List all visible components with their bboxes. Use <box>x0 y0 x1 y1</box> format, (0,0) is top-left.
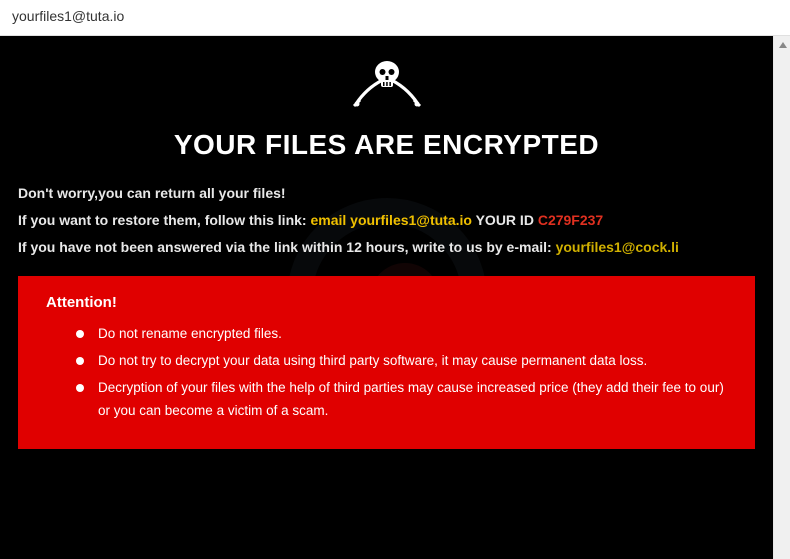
victim-id: C279F237 <box>538 212 603 228</box>
window-titlebar: yourfiles1@tuta.io <box>0 0 790 36</box>
scroll-up-arrow-icon[interactable] <box>774 36 790 53</box>
list-item: Decryption of your files with the help o… <box>76 377 735 423</box>
list-item: Do not rename encrypted files. <box>76 323 735 346</box>
attention-box: Attention! Do not rename encrypted files… <box>18 276 755 449</box>
your-id-label: YOUR ID <box>472 212 538 228</box>
attention-title: Attention! <box>46 294 735 311</box>
intro-line-2: If you want to restore them, follow this… <box>18 210 755 231</box>
intro-line-1: Don't worry,you can return all your file… <box>18 183 755 204</box>
content-wrapper: risk.com <box>0 36 790 559</box>
attention-bullet-list: Do not rename encrypted files. Do not tr… <box>46 323 735 423</box>
contact-email-primary: email yourfiles1@tuta.io <box>310 212 471 228</box>
vertical-scrollbar[interactable] <box>773 36 790 559</box>
skull-swords-icon <box>18 56 755 121</box>
ransom-note-body: risk.com <box>0 36 773 559</box>
line3-prefix: If you have not been answered via the li… <box>18 239 556 255</box>
intro-line-3: If you have not been answered via the li… <box>18 237 755 258</box>
contact-email-secondary: yourfiles1@cock.li <box>556 239 679 255</box>
list-item: Do not try to decrypt your data using th… <box>76 350 735 373</box>
line2-prefix: If you want to restore them, follow this… <box>18 212 310 228</box>
window-title: yourfiles1@tuta.io <box>12 8 124 24</box>
main-heading: YOUR FILES ARE ENCRYPTED <box>18 129 755 161</box>
